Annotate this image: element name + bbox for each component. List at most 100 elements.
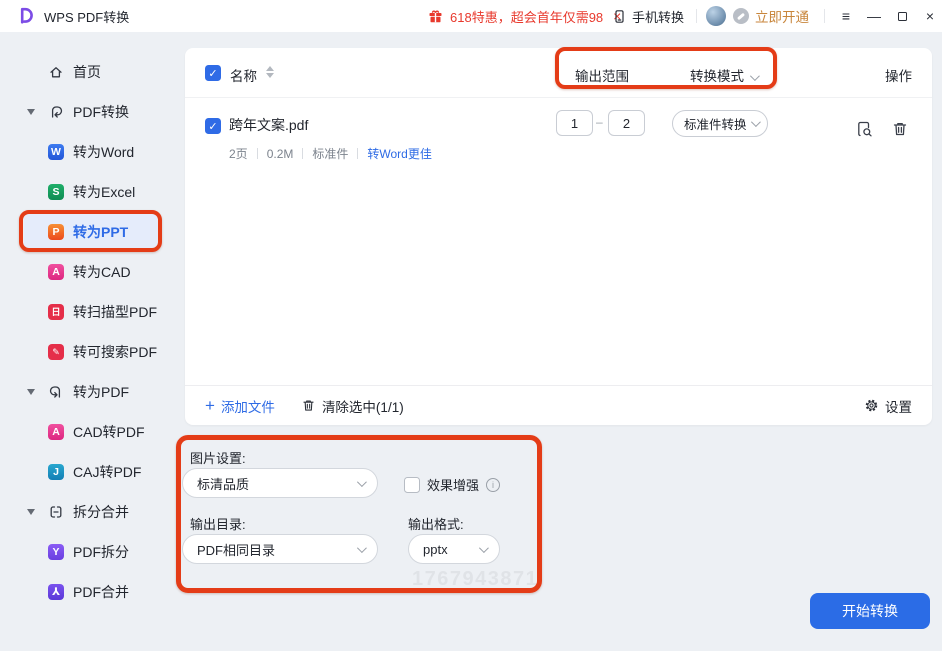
expanded-arrow-icon [27,509,35,515]
clear-selected-button[interactable]: 清除选中(1/1) [301,396,404,416]
file-row: ✓ 跨年文案.pdf 2页 0.2M 标准件 转Word更佳 – 标准件转换 [185,98,932,176]
sidebar-item-home[interactable]: 首页 [24,52,160,92]
menu-button[interactable]: ≡ [836,0,856,32]
divider [256,148,258,159]
add-file-label: 添加文件 [220,399,275,415]
wps-pdf-converter-window: WPS PDF转换 618特惠，超会首年仅需98 × 手机转换 立即开通 ≡ —… [0,0,942,651]
image-quality-select[interactable]: 标清品质 [182,468,378,498]
divider [302,148,304,159]
divider [824,9,825,23]
convert-mode-select[interactable]: 标准件转换 [672,110,768,137]
member-badge-icon [733,8,749,24]
sidebar-item-label: 转扫描型PDF [73,304,157,320]
promo-banner[interactable]: 618特惠，超会首年仅需98 × [428,0,621,32]
sort-toggle[interactable] [266,66,274,78]
add-file-button[interactable]: + 添加文件 [205,396,275,416]
caj-badge-icon: J [48,464,64,480]
sidebar-item-label: PDF合并 [73,584,129,600]
sidebar-item-label: 转为Word [73,144,135,160]
gift-icon [429,10,442,22]
sidebar-item-to-pdf[interactable]: 转为PDF [24,372,160,412]
sidebar-item-pdf-convert[interactable]: PDF转换 [24,92,160,132]
sidebar-item-to-excel[interactable]: S 转为Excel [24,172,160,212]
to-pdf-icon [48,384,64,400]
output-range-column-header: 输出范围 [575,69,629,84]
output-dir-select[interactable]: PDF相同目录 [182,534,378,564]
plus-icon: + [205,396,215,415]
file-pages: 2页 [229,147,248,161]
effect-enhance-label: 效果增强 [427,478,480,493]
start-convert-button[interactable]: 开始转换 [810,593,930,629]
output-dir-value: PDF相同目录 [197,542,276,558]
pdf-merge-badge-icon: ⅄ [48,584,64,600]
settings-button[interactable]: 设置 [864,396,912,416]
sidebar-item-caj-to-pdf[interactable]: J CAJ转PDF [24,452,160,492]
sidebar-item-label: 首页 [73,64,101,80]
searchable-pdf-badge-icon: ✎ [48,344,64,360]
upgrade-button[interactable]: 立即开通 [755,0,809,32]
output-format-label: 输出格式: [408,517,464,532]
select-all-checkbox[interactable]: ✓ [205,65,221,81]
divider [357,148,359,159]
maximize-icon [897,11,907,21]
chevron-down-icon [478,542,489,553]
sidebar-item-to-word[interactable]: W 转为Word [24,132,160,172]
range-from-input[interactable] [556,110,593,136]
sidebar-item-to-cad[interactable]: A 转为CAD [24,252,160,292]
file-list-card: ✓ 名称 输出范围 转换模式 操作 ✓ 跨年文案.pdf 2页 0.2M 标准件… [185,48,932,425]
sidebar: 首页 PDF转换 W 转为Word S 转为Excel P 转为PPT A 转为… [0,32,185,651]
minimize-button[interactable]: — [864,0,884,32]
chevron-down-icon [750,117,761,128]
sort-up-icon [266,66,274,71]
sidebar-item-label: 转为PPT [73,224,129,240]
user-avatar[interactable] [706,6,726,26]
pdf-convert-icon [48,104,64,120]
sidebar-item-label: CAD转PDF [73,424,145,440]
sidebar-item-pdf-split[interactable]: Y PDF拆分 [24,532,160,572]
app-identity: WPS PDF转换 [16,0,129,32]
sidebar-item-label: PDF转换 [73,104,129,120]
close-button[interactable]: × [920,0,940,32]
expanded-arrow-icon [27,109,35,115]
suggestion-link[interactable]: 转Word更佳 [367,145,431,162]
range-to-input[interactable] [608,110,645,136]
chevron-down-icon [356,476,367,487]
sidebar-item-to-ppt[interactable]: P 转为PPT [24,212,160,252]
convert-mode-value: 标准件转换 [684,118,747,132]
sidebar-item-label: 拆分合并 [73,504,129,520]
image-settings-label: 图片设置: [190,451,246,466]
gear-icon [865,399,878,412]
ppt-badge-icon: P [48,224,64,240]
sidebar-item-to-searchable-pdf[interactable]: ✎ 转可搜索PDF [24,332,160,372]
pdf-split-badge-icon: Y [48,544,64,560]
preview-file-icon[interactable] [856,120,874,138]
file-meta: 2页 0.2M 标准件 转Word更佳 [229,145,432,162]
mobile-convert-button[interactable]: 手机转换 [612,0,684,32]
sidebar-item-split-merge[interactable]: 拆分合并 [24,492,160,532]
sidebar-item-cad-to-pdf[interactable]: A CAD转PDF [24,412,160,452]
clear-selected-label: 清除选中(1/1) [321,399,404,415]
effect-enhance-checkbox[interactable] [404,476,420,493]
sidebar-item-label: 转为PDF [73,384,129,400]
promo-text: 618特惠，超会首年仅需98 [450,9,604,25]
sidebar-item-pdf-merge[interactable]: ⅄ PDF合并 [24,572,160,612]
word-badge-icon: W [48,144,64,160]
file-checkbox[interactable]: ✓ [205,118,221,134]
chevron-down-icon [749,71,760,82]
trash-icon [303,400,314,411]
app-title: WPS PDF转换 [44,9,130,25]
app-logo-icon [20,7,33,24]
maximize-button[interactable] [892,0,912,32]
sidebar-item-to-scanned-pdf[interactable]: 日 转扫描型PDF [24,292,160,332]
output-format-select[interactable]: pptx [408,534,500,564]
divider [696,9,697,23]
convert-mode-column-header[interactable]: 转换模式 [690,65,760,85]
delete-file-icon[interactable] [891,120,909,138]
check-icon: ✓ [208,120,218,133]
file-type-tag: 标准件 [312,147,349,161]
info-icon[interactable]: i [486,477,501,492]
title-bar: WPS PDF转换 618特惠，超会首年仅需98 × 手机转换 立即开通 ≡ —… [0,0,942,32]
scanned-pdf-badge-icon: 日 [48,304,64,320]
check-icon: ✓ [208,67,218,80]
effect-enhance-option[interactable]: 效果增强 i [404,475,501,494]
